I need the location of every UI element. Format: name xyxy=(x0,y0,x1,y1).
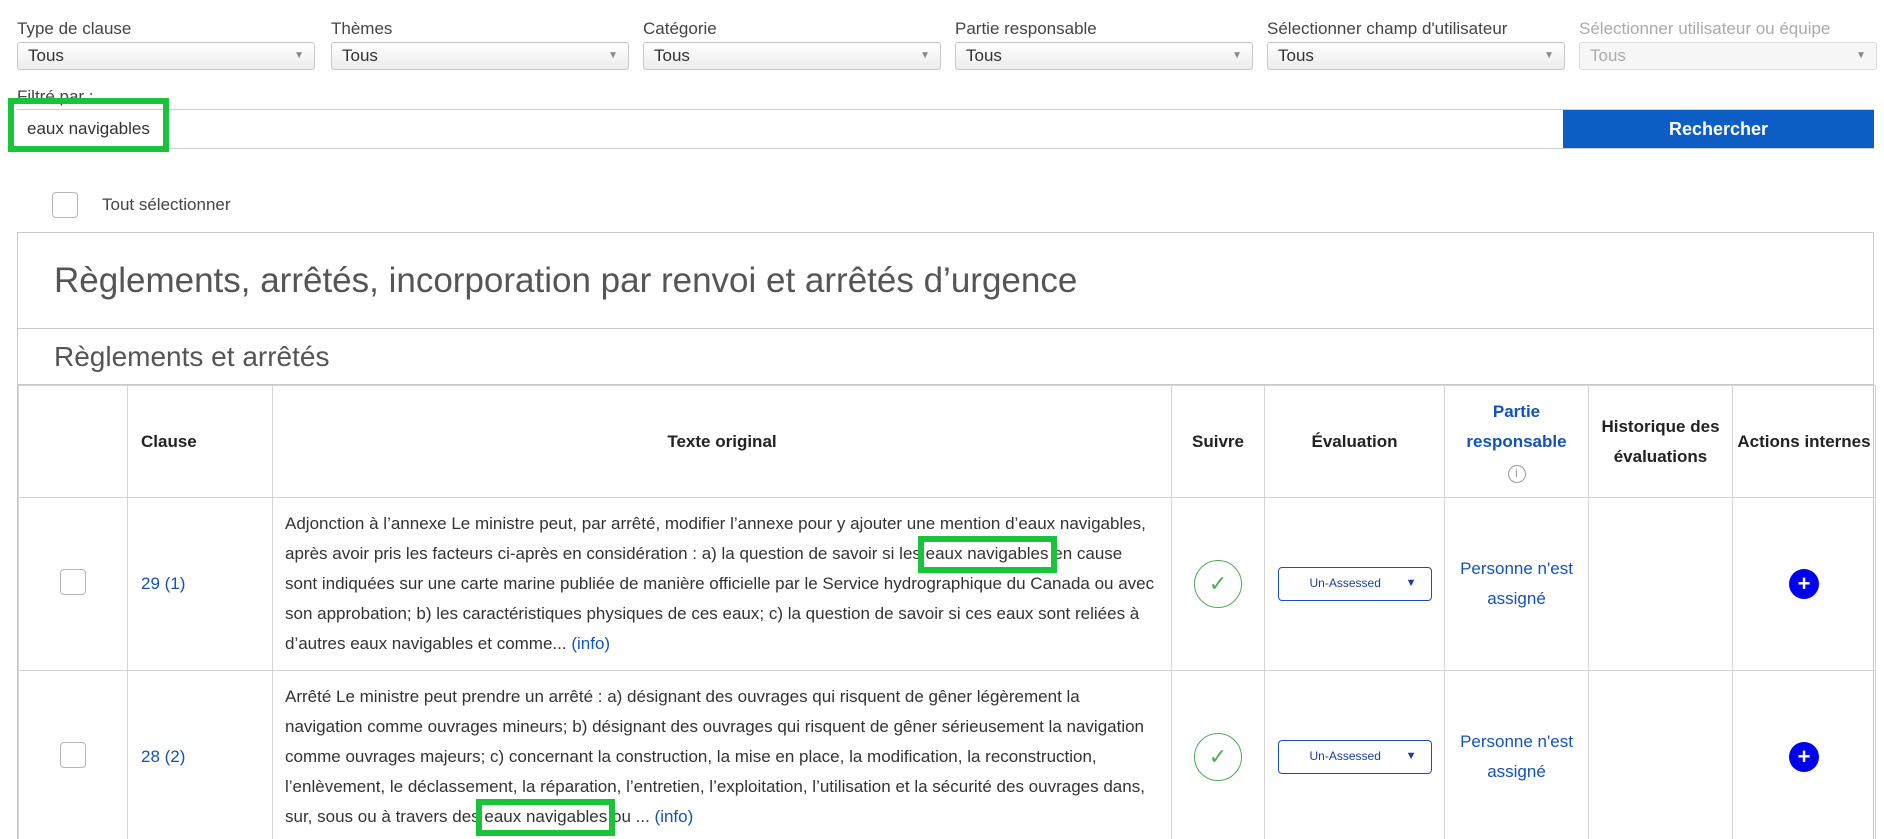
evaluation-dropdown[interactable]: Un-Assessed ▼ xyxy=(1277,740,1432,774)
filter-partie: Partie responsable Tous ▼ xyxy=(955,18,1253,70)
suivre-header: Suivre xyxy=(1171,385,1265,498)
actions-header: Actions internes xyxy=(1732,385,1876,498)
caret-down-icon: ▼ xyxy=(1405,750,1417,762)
texte-header: Texte original xyxy=(272,385,1172,498)
row-checkbox[interactable] xyxy=(60,568,86,595)
search-row: Rechercher xyxy=(17,109,1874,149)
chevron-down-icon: ▼ xyxy=(1856,50,1866,61)
info-link[interactable]: (info) xyxy=(655,807,694,826)
original-text: Adjonction à l’annexe Le ministre peut, … xyxy=(272,497,1172,671)
add-action-icon[interactable]: + xyxy=(1789,569,1819,599)
partie-link[interactable]: Personne n'est assigné xyxy=(1444,497,1589,671)
row-select-cell xyxy=(18,670,128,839)
results-section: Règlements, arrêtés, incorporation par r… xyxy=(17,232,1876,839)
info-link[interactable]: (info) xyxy=(571,634,610,653)
partie-link[interactable]: Personne n'est assigné xyxy=(1444,670,1589,839)
clause-header[interactable]: Clause xyxy=(127,385,273,498)
chevron-down-icon: ▼ xyxy=(920,50,930,61)
search-input[interactable] xyxy=(17,110,1563,148)
original-text: Arrêté Le ministre peut prendre un arrêt… xyxy=(272,670,1172,839)
search-button[interactable]: Rechercher xyxy=(1563,110,1874,148)
select-all-label: Tout sélectionner xyxy=(102,195,231,214)
filter-bar: Type de clause Tous ▼ Thèmes Tous ▼ Caté… xyxy=(0,0,1884,80)
add-action-icon[interactable]: + xyxy=(1789,742,1819,772)
categorie-select[interactable]: Tous ▼ xyxy=(643,42,941,70)
filter-champ-utilisateur: Sélectionner champ d'utilisateur Tous ▼ xyxy=(1267,18,1565,70)
themes-select[interactable]: Tous ▼ xyxy=(331,42,629,70)
evaluation-header: Évaluation xyxy=(1264,385,1445,498)
clause-link[interactable]: 28 (2) xyxy=(127,670,273,839)
search-match-highlight: eaux navigables xyxy=(925,544,1049,563)
utilisateur-equipe-select: Tous ▼ xyxy=(1579,42,1877,70)
actions-cell: + xyxy=(1732,497,1876,671)
chevron-down-icon: ▼ xyxy=(608,50,618,61)
actions-cell: + xyxy=(1732,670,1876,839)
clause-link[interactable]: 29 (1) xyxy=(127,497,273,671)
chevron-down-icon: ▼ xyxy=(1544,50,1554,61)
filter-label: Sélectionner utilisateur ou équipe xyxy=(1579,19,1831,38)
evaluation-cell: Un-Assessed ▼ xyxy=(1264,497,1445,671)
champ-utilisateur-select[interactable]: Tous ▼ xyxy=(1267,42,1565,70)
filter-categorie: Catégorie Tous ▼ xyxy=(643,18,941,70)
evaluation-cell: Un-Assessed ▼ xyxy=(1264,670,1445,839)
filter-by-label: Filtré par : xyxy=(17,87,94,106)
filter-type-clause: Type de clause Tous ▼ xyxy=(17,18,315,70)
table-row: 28 (2) Arrêté Le ministre peut prendre u… xyxy=(18,670,1876,839)
follow-check-icon[interactable]: ✓ xyxy=(1194,560,1242,608)
filter-themes: Thèmes Tous ▼ xyxy=(331,18,629,70)
historique-cell xyxy=(1588,670,1733,839)
historique-cell xyxy=(1588,497,1733,671)
search-match-highlight: eaux navigables xyxy=(484,807,608,826)
select-all-checkbox[interactable] xyxy=(52,192,78,218)
follow-check-icon[interactable]: ✓ xyxy=(1194,733,1242,781)
chevron-down-icon: ▼ xyxy=(1232,50,1242,61)
filter-label: Partie responsable xyxy=(955,19,1097,38)
partie-select[interactable]: Tous ▼ xyxy=(955,42,1253,70)
table-row: 29 (1) Adjonction à l’annexe Le ministre… xyxy=(18,497,1876,671)
select-all[interactable]: Tout sélectionner xyxy=(52,192,231,218)
table-header: Clause Texte original Suivre Évaluation … xyxy=(18,385,1876,498)
filter-label: Thèmes xyxy=(331,19,393,38)
row-select-cell xyxy=(18,497,128,671)
row-checkbox[interactable] xyxy=(60,741,86,768)
section-title: Règlements, arrêtés, incorporation par r… xyxy=(18,233,1873,329)
historique-header: Historique des évaluations xyxy=(1588,385,1733,498)
partie-header[interactable]: Partie responsable i xyxy=(1444,385,1589,498)
info-icon[interactable]: i xyxy=(1507,464,1526,483)
filter-label: Type de clause xyxy=(17,19,132,38)
type-clause-select[interactable]: Tous ▼ xyxy=(17,42,315,70)
filter-utilisateur-equipe: Sélectionner utilisateur ou équipe Tous … xyxy=(1579,18,1877,70)
filter-label: Sélectionner champ d'utilisateur xyxy=(1267,19,1508,38)
clauses-table: Clause Texte original Suivre Évaluation … xyxy=(18,385,1876,839)
follow-cell: ✓ xyxy=(1171,670,1265,839)
follow-cell: ✓ xyxy=(1171,497,1265,671)
section-subtitle: Règlements et arrêtés xyxy=(18,329,1873,385)
chevron-down-icon: ▼ xyxy=(294,50,304,61)
caret-down-icon: ▼ xyxy=(1405,577,1417,589)
filter-label: Catégorie xyxy=(643,19,717,38)
checkbox-header xyxy=(18,385,128,498)
evaluation-dropdown[interactable]: Un-Assessed ▼ xyxy=(1277,567,1432,601)
